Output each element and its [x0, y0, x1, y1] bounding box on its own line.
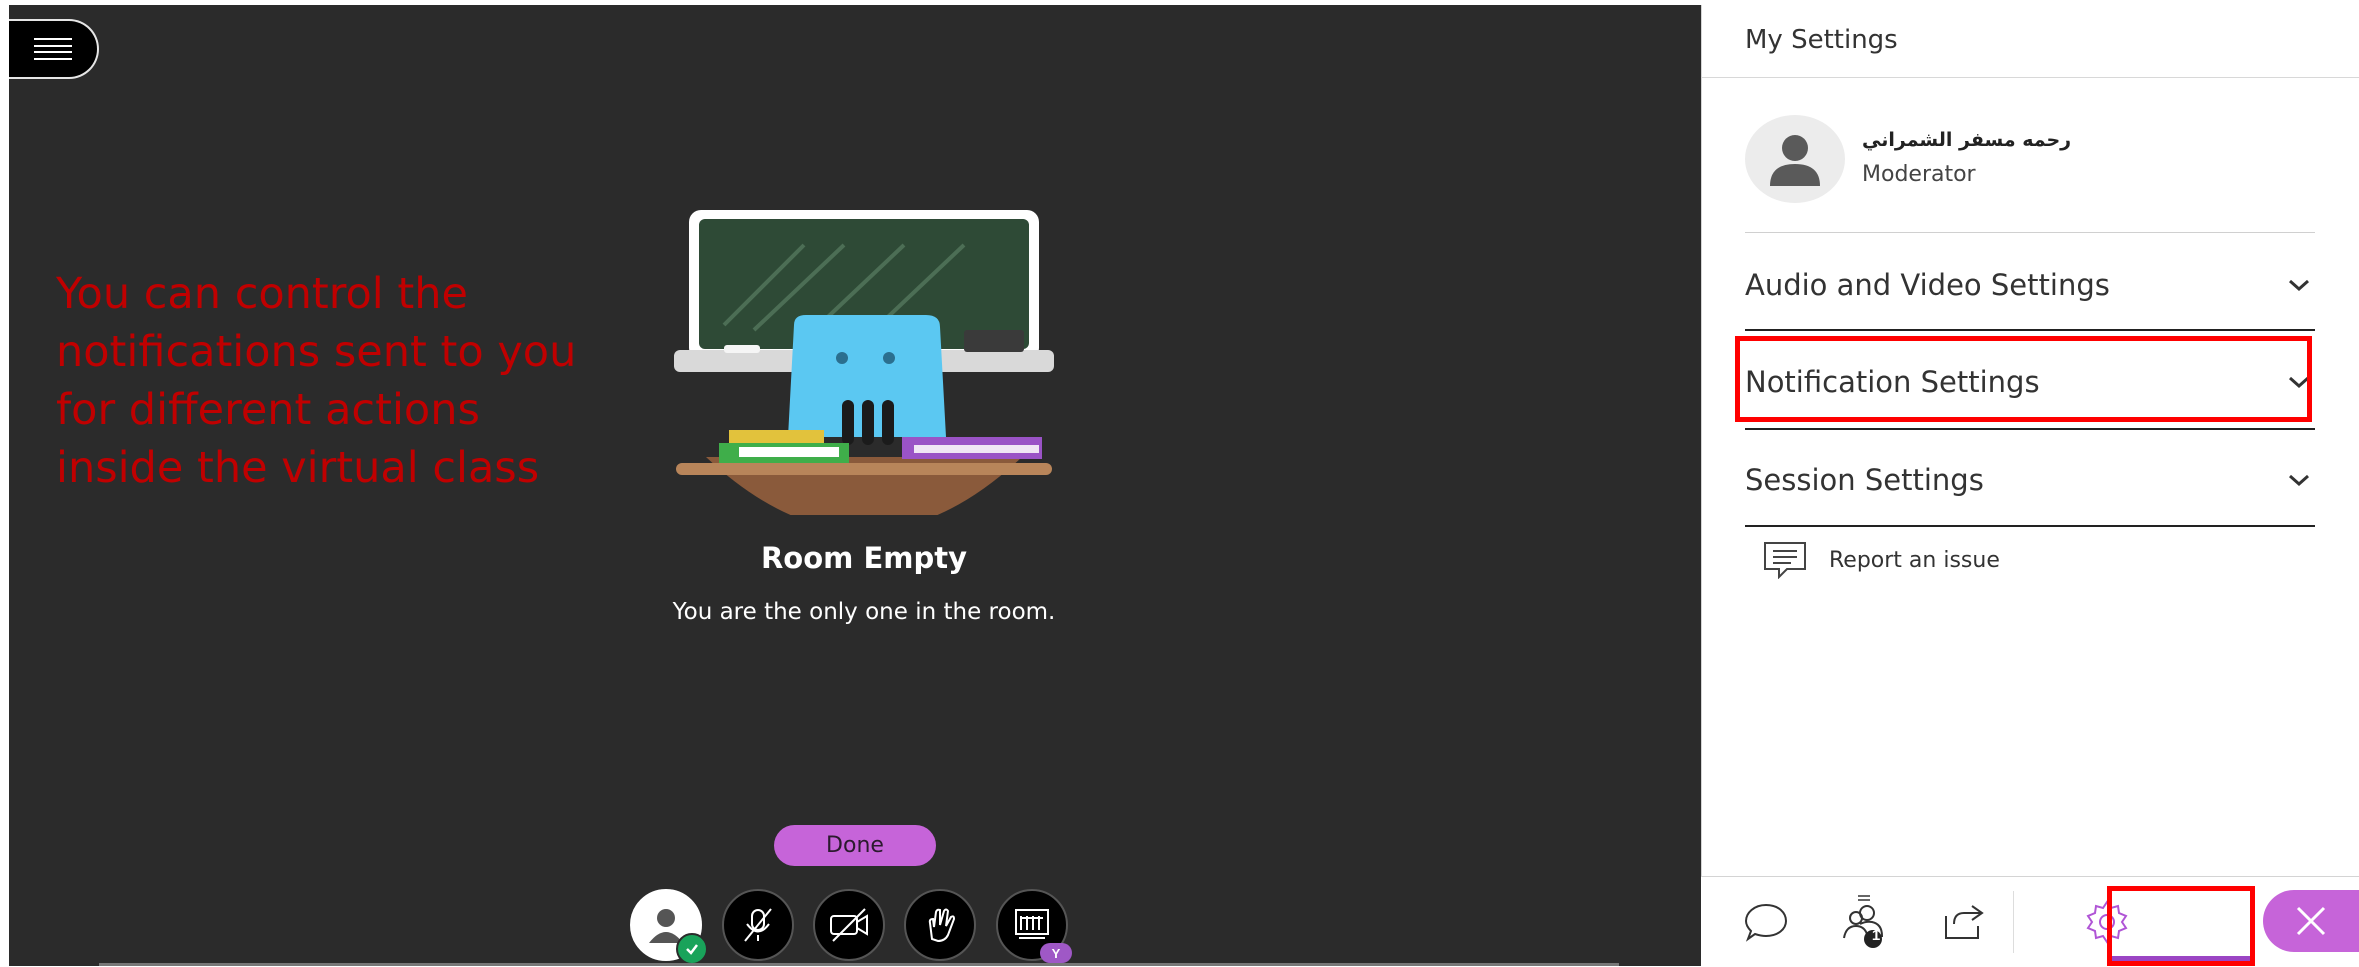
camera-off-icon — [830, 908, 868, 942]
user-silhouette-icon — [1770, 135, 1820, 186]
profile-role: Moderator — [1862, 162, 1976, 187]
session-menu-button[interactable] — [9, 19, 99, 79]
chevron-down-icon — [2283, 464, 2315, 496]
room-empty-title: Room Empty — [760, 541, 968, 575]
panel-dock: 1 — [1701, 876, 2359, 966]
share-content-icon — [1945, 905, 1984, 939]
report-issue-label: Report an issue — [1829, 547, 2000, 573]
microphone-toggle-button[interactable] — [722, 889, 794, 961]
settings-panel: My Settings رحمه مسفر الشمراني Moderator… — [1701, 5, 2359, 966]
participant-count-badge: 1 — [1871, 927, 1881, 944]
room-empty-subtitle: You are the only one in the room. — [672, 599, 1056, 625]
section-divider — [1745, 329, 2315, 331]
notification-settings-highlight — [1735, 336, 2312, 422]
profile-avatar — [1745, 115, 1845, 203]
section-divider — [1745, 525, 2315, 527]
hand-icon — [928, 908, 956, 943]
my-avatar-button[interactable] — [630, 889, 708, 965]
session-stage: You can control the notifications sent t… — [9, 5, 1701, 966]
section-divider — [1745, 428, 2315, 430]
report-icon — [1764, 542, 1806, 579]
camera-toggle-button[interactable] — [813, 889, 885, 961]
empty-room-illustration — [674, 210, 1054, 515]
section-label: Session Settings — [1745, 463, 1984, 497]
chat-icon — [1744, 903, 1788, 942]
chat-button[interactable] — [1716, 877, 1816, 967]
section-label: Audio and Video Settings — [1745, 268, 2110, 302]
status-icon — [1015, 909, 1049, 939]
chevron-down-icon — [2283, 269, 2315, 301]
dock-divider — [2013, 891, 2014, 953]
participants-button[interactable]: 1 — [1814, 877, 1914, 967]
raise-hand-button[interactable] — [904, 889, 976, 961]
hamburger-icon — [34, 38, 72, 60]
status-check-icon — [676, 933, 708, 965]
close-panel-button[interactable] — [2263, 890, 2359, 952]
session-settings-section[interactable]: Session Settings — [1745, 435, 2315, 525]
share-content-button[interactable] — [1913, 877, 2013, 967]
audio-video-settings-section[interactable]: Audio and Video Settings — [1745, 240, 2315, 330]
status-badge: Y — [1040, 943, 1072, 963]
profile-divider — [1745, 232, 2315, 233]
settings-button-highlight — [2107, 886, 2255, 966]
instruction-overlay-text: You can control the notifications sent t… — [56, 269, 577, 493]
report-issue-link[interactable]: Report an issue — [1763, 541, 2000, 579]
done-button[interactable]: Done — [774, 825, 936, 866]
microphone-off-icon — [744, 908, 772, 942]
profile-name: رحمه مسفر الشمراني — [1862, 129, 2072, 151]
panel-title: My Settings — [1745, 25, 1898, 55]
set-status-button[interactable]: Y — [996, 889, 1072, 963]
panel-header-divider — [1702, 77, 2359, 78]
close-icon — [2296, 906, 2326, 936]
